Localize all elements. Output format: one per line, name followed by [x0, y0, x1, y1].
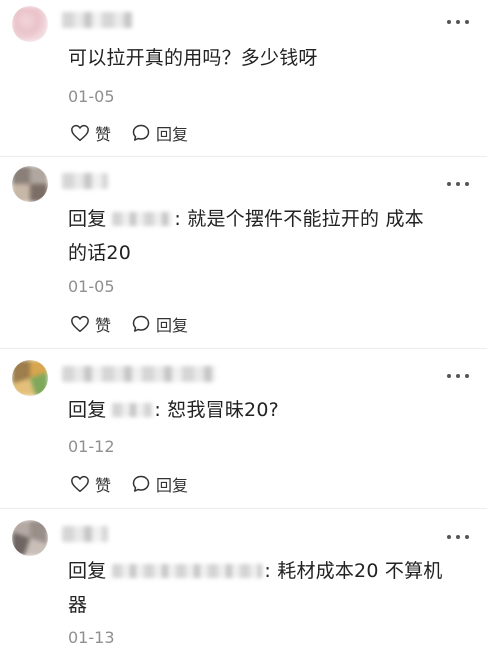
- comment-bubble-icon: [132, 315, 150, 332]
- more-icon[interactable]: [447, 372, 469, 380]
- avatar[interactable]: [12, 360, 48, 396]
- like-label: 赞: [95, 125, 112, 144]
- comment-body-line1: : 耗材成本20 不算机: [264, 560, 443, 582]
- reply-prefix: 回复: [68, 208, 107, 230]
- reply-prefix: 回复: [68, 399, 107, 421]
- like-label: 赞: [95, 316, 112, 335]
- like-button[interactable]: 赞: [70, 312, 111, 336]
- reply-button[interactable]: 回复: [131, 312, 188, 336]
- comment-body-line2: 的话20: [68, 242, 131, 264]
- comment-body-line2: 器: [68, 594, 88, 616]
- reply-label: 回复: [156, 476, 189, 495]
- comment-date: 01-12: [68, 437, 115, 456]
- comment-body-line1: : 就是个摆件不能拉开的 成本: [174, 208, 424, 230]
- comment-actions: 赞 回复: [70, 312, 208, 336]
- reply-label: 回复: [156, 125, 189, 144]
- more-icon[interactable]: [447, 533, 469, 541]
- comment-bubble-icon: [132, 475, 150, 492]
- comment-body: : 恕我冒昧20?: [154, 399, 279, 421]
- comment-date: 01-05: [68, 87, 115, 106]
- heart-icon: [71, 124, 89, 142]
- comment-text: 回复 : 就是个摆件不能拉开的 成本 的话20: [68, 202, 468, 270]
- reply-target-user[interactable]: [112, 564, 263, 578]
- heart-icon: [71, 315, 89, 333]
- comment-actions: 赞 回复: [70, 121, 208, 145]
- comment-actions: 赞 回复: [70, 472, 208, 496]
- reply-target-user[interactable]: [112, 403, 153, 417]
- comment-text: 回复 : 耗材成本20 不算机 器: [68, 554, 468, 622]
- comment-date: 01-13: [68, 628, 115, 647]
- divider: [0, 156, 487, 157]
- avatar[interactable]: [12, 166, 48, 202]
- comment-body: 可以拉开真的用吗？多少钱呀: [68, 47, 318, 69]
- divider: [0, 348, 487, 349]
- username[interactable]: [62, 526, 108, 542]
- comment-text: 回复 : 恕我冒昧20?: [68, 393, 468, 427]
- avatar[interactable]: [12, 520, 48, 556]
- reply-label: 回复: [156, 316, 189, 335]
- reply-target-user[interactable]: [112, 212, 173, 226]
- comment-date: 01-05: [68, 277, 115, 296]
- username[interactable]: [62, 173, 108, 189]
- reply-button[interactable]: 回复: [131, 472, 188, 496]
- heart-icon: [71, 475, 89, 493]
- reply-button[interactable]: 回复: [131, 121, 188, 145]
- like-label: 赞: [95, 476, 112, 495]
- like-button[interactable]: 赞: [70, 472, 111, 496]
- like-button[interactable]: 赞: [70, 121, 111, 145]
- username[interactable]: [62, 12, 132, 28]
- divider: [0, 508, 487, 509]
- avatar[interactable]: [12, 6, 48, 42]
- comment-bubble-icon: [132, 124, 150, 141]
- more-icon[interactable]: [447, 18, 469, 26]
- username[interactable]: [62, 366, 216, 382]
- more-icon[interactable]: [447, 180, 469, 188]
- comment-text: 可以拉开真的用吗？多少钱呀: [68, 41, 468, 75]
- reply-prefix: 回复: [68, 560, 107, 582]
